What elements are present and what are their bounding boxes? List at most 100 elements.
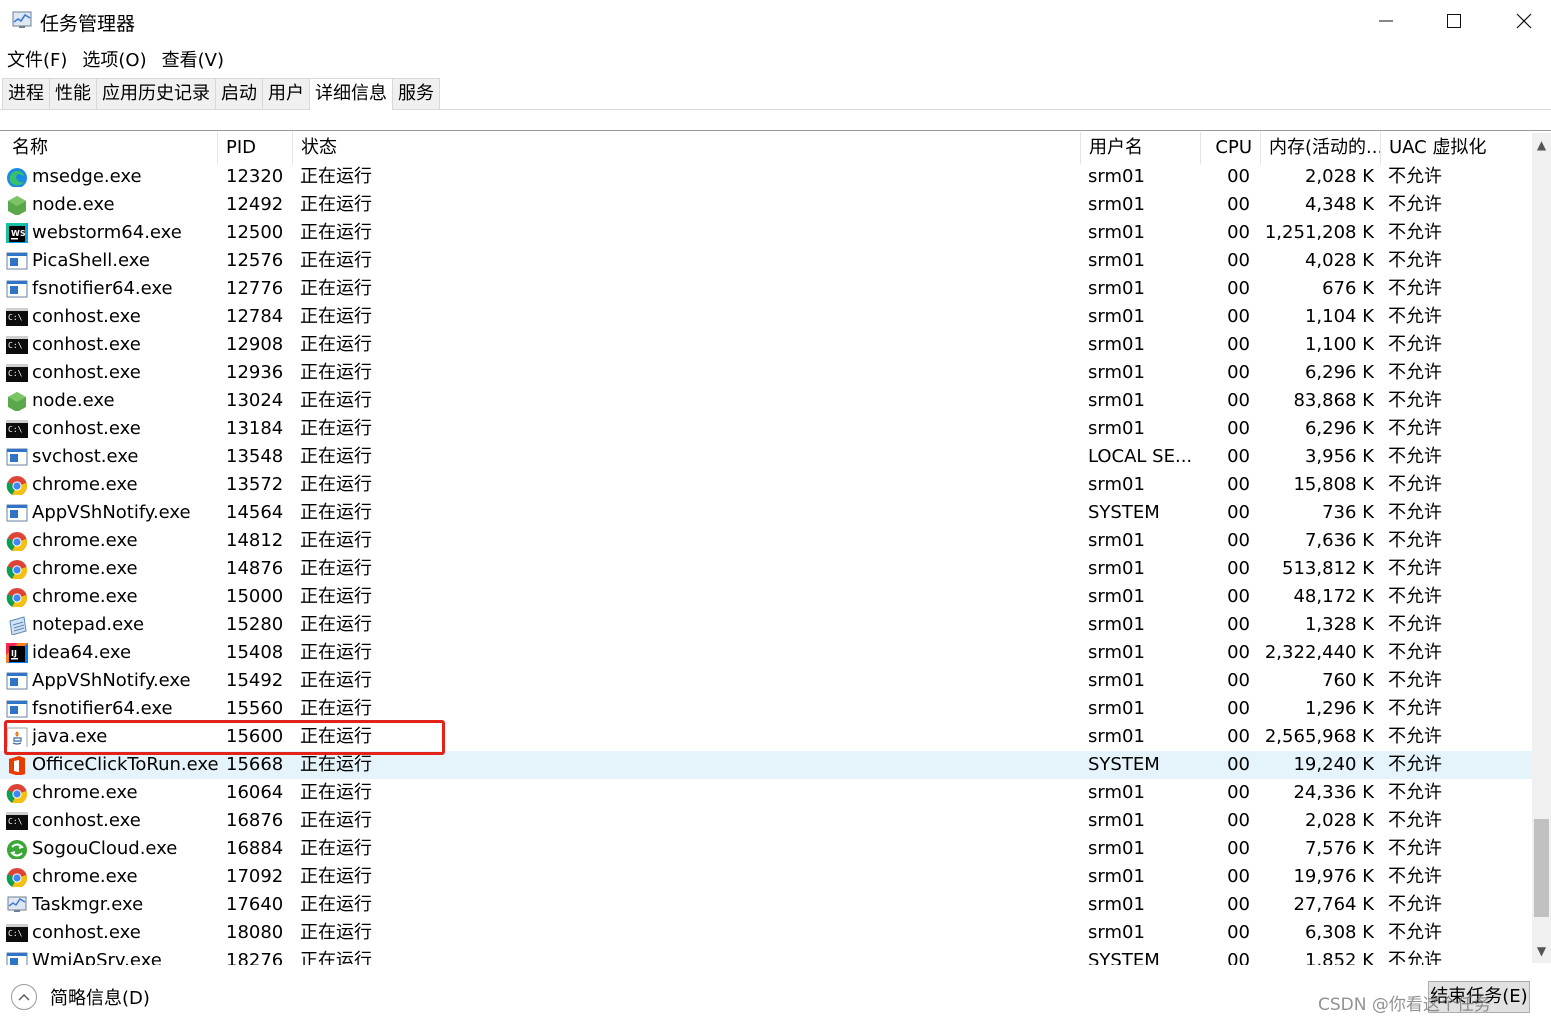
process-memory: 676 K bbox=[1322, 278, 1374, 299]
process-name: Taskmgr.exe bbox=[32, 894, 144, 915]
process-user: srm01 bbox=[1088, 558, 1145, 579]
process-memory: 24,336 K bbox=[1293, 782, 1374, 803]
process-user: srm01 bbox=[1088, 698, 1145, 719]
process-memory: 2,322,440 K bbox=[1264, 642, 1374, 663]
process-cpu: 00 bbox=[1227, 250, 1250, 271]
vertical-scrollbar[interactable]: ▲ ▼ bbox=[1532, 133, 1551, 963]
column-header-uac[interactable]: UAC 虚拟化 bbox=[1381, 132, 1532, 164]
table-row[interactable]: fsnotifier64.exe 12776 正在运行 srm01 00 676 K 不允许 bbox=[0, 275, 1532, 303]
table-row[interactable]: PicaShell.exe 12576 正在运行 srm01 00 4,028 K 不允许 bbox=[0, 247, 1532, 275]
process-name: OfficeClickToRun.exe bbox=[32, 754, 218, 775]
close-button[interactable] bbox=[1489, 0, 1551, 42]
table-row[interactable]: chrome.exe 14812 正在运行 srm01 00 7,636 K 不允许 bbox=[0, 527, 1532, 555]
tab-app-history[interactable]: 应用历史记录 bbox=[96, 78, 216, 109]
process-user: srm01 bbox=[1088, 474, 1145, 495]
table-row[interactable]: java.exe 15600 正在运行 srm01 00 2,565,968 K 不允许 bbox=[0, 723, 1532, 751]
table-row[interactable]: AppVShNotify.exe 15492 正在运行 srm01 00 760 K 不允许 bbox=[0, 667, 1532, 695]
process-pid: 12492 bbox=[226, 194, 284, 215]
app-window-icon bbox=[6, 671, 28, 691]
menu-options[interactable]: 选项(O) bbox=[75, 44, 153, 72]
fewer-details-label: 简略信息(D) bbox=[50, 988, 150, 1009]
process-pid: 16876 bbox=[226, 810, 284, 831]
menu-bar: 文件(F) 选项(O) 查看(V) bbox=[0, 44, 232, 72]
close-icon bbox=[1516, 13, 1532, 29]
table-row[interactable]: IJ idea64.exe 15408 正在运行 srm01 00 2,322,440 K 不… bbox=[0, 639, 1532, 667]
table-row[interactable]: msedge.exe 12320 正在运行 srm01 00 2,028 K 不允许 bbox=[0, 163, 1532, 191]
process-pid: 13548 bbox=[226, 446, 284, 467]
table-row[interactable]: C:\ conhost.exe 16876 正在运行 srm01 00 2,028 K 不允许 bbox=[0, 807, 1532, 835]
process-user: srm01 bbox=[1088, 250, 1145, 271]
process-memory: 1,328 K bbox=[1304, 614, 1374, 635]
table-row[interactable]: chrome.exe 15000 正在运行 srm01 00 48,172 K 不允许 bbox=[0, 583, 1532, 611]
process-name: node.exe bbox=[32, 194, 115, 215]
table-row[interactable]: chrome.exe 16064 正在运行 srm01 00 24,336 K 不允许 bbox=[0, 779, 1532, 807]
tab-details[interactable]: 详细信息 bbox=[309, 78, 393, 110]
menu-view[interactable]: 查看(V) bbox=[155, 44, 231, 72]
column-header-name[interactable]: 名称 bbox=[0, 132, 218, 164]
column-header-cpu[interactable]: CPU bbox=[1201, 132, 1261, 164]
process-memory: 7,636 K bbox=[1304, 530, 1374, 551]
process-status: 正在运行 bbox=[300, 670, 372, 691]
node-icon bbox=[6, 195, 28, 215]
table-row[interactable]: notepad.exe 15280 正在运行 srm01 00 1,328 K 不允许 bbox=[0, 611, 1532, 639]
table-row[interactable]: fsnotifier64.exe 15560 正在运行 srm01 00 1,296 K 不… bbox=[0, 695, 1532, 723]
console-icon: C:\ bbox=[6, 811, 28, 831]
table-row[interactable]: SogouCloud.exe 16884 正在运行 srm01 00 7,576 K 不允许 bbox=[0, 835, 1532, 863]
column-header-status[interactable]: 状态 bbox=[293, 132, 1081, 164]
process-user: srm01 bbox=[1088, 306, 1145, 327]
table-row[interactable]: WS webstorm64.exe 12500 正在运行 srm01 00 1,251,20… bbox=[0, 219, 1532, 247]
process-name: fsnotifier64.exe bbox=[32, 698, 173, 719]
table-row[interactable]: node.exe 12492 正在运行 srm01 00 4,348 K 不允许 bbox=[0, 191, 1532, 219]
table-row[interactable]: C:\ conhost.exe 12784 正在运行 srm01 00 1,104 K 不允许 bbox=[0, 303, 1532, 331]
process-uac: 不允许 bbox=[1388, 614, 1442, 635]
scrollbar-thumb[interactable] bbox=[1534, 819, 1549, 917]
window-title: 任务管理器 bbox=[40, 13, 136, 35]
process-user: srm01 bbox=[1088, 642, 1145, 663]
process-cpu: 00 bbox=[1227, 950, 1250, 965]
table-row[interactable]: C:\ conhost.exe 12908 正在运行 srm01 00 1,100 K 不允许 bbox=[0, 331, 1532, 359]
tab-performance[interactable]: 性能 bbox=[49, 78, 97, 109]
tab-startup[interactable]: 启动 bbox=[215, 78, 263, 109]
process-pid: 15000 bbox=[226, 586, 284, 607]
column-header-memory[interactable]: 内存(活动的... bbox=[1261, 132, 1381, 164]
table-row[interactable]: C:\ conhost.exe 13184 正在运行 srm01 00 6,296 K 不允许 bbox=[0, 415, 1532, 443]
process-user: SYSTEM bbox=[1088, 502, 1160, 523]
table-row[interactable]: svchost.exe 13548 正在运行 LOCAL SE... 00 3,956 K… bbox=[0, 443, 1532, 471]
tab-users[interactable]: 用户 bbox=[262, 78, 310, 109]
column-header-name-label: 名称 bbox=[12, 137, 48, 158]
maximize-button[interactable] bbox=[1419, 0, 1489, 42]
process-memory: 1,296 K bbox=[1304, 698, 1374, 719]
scroll-up-icon[interactable]: ▲ bbox=[1532, 133, 1551, 157]
table-row[interactable]: chrome.exe 14876 正在运行 srm01 00 513,812 K 不允许 bbox=[0, 555, 1532, 583]
process-name: svchost.exe bbox=[32, 446, 139, 467]
fewer-details-button[interactable]: 简略信息(D) bbox=[11, 984, 150, 1010]
process-cpu: 00 bbox=[1227, 558, 1250, 579]
table-row[interactable]: C:\ conhost.exe 18080 正在运行 srm01 00 6,308 K 不允许 bbox=[0, 919, 1532, 947]
table-row[interactable]: AppVShNotify.exe 14564 正在运行 SYSTEM 00 736 K 不允… bbox=[0, 499, 1532, 527]
minimize-button[interactable] bbox=[1351, 0, 1421, 42]
table-row[interactable]: node.exe 13024 正在运行 srm01 00 83,868 K 不允许 bbox=[0, 387, 1532, 415]
node-icon bbox=[6, 391, 28, 411]
sort-ascending-icon: ^ bbox=[252, 130, 264, 141]
menu-file[interactable]: 文件(F) bbox=[0, 44, 74, 72]
tab-processes[interactable]: 进程 bbox=[2, 78, 50, 109]
process-memory: 2,028 K bbox=[1304, 166, 1374, 187]
column-header-user[interactable]: 用户名 bbox=[1081, 132, 1201, 164]
process-user: srm01 bbox=[1088, 782, 1145, 803]
process-user: srm01 bbox=[1088, 334, 1145, 355]
table-row[interactable]: OfficeClickToRun.exe 15668 正在运行 SYSTEM 00 19,… bbox=[0, 751, 1532, 779]
table-row[interactable]: WmiApSrv.exe 18276 正在运行 SYSTEM 00 1,852 K 不允许 bbox=[0, 947, 1532, 965]
process-pid: 16884 bbox=[226, 838, 284, 859]
process-status: 正在运行 bbox=[300, 390, 372, 411]
table-row[interactable]: C:\ conhost.exe 12936 正在运行 srm01 00 6,296 K 不允许 bbox=[0, 359, 1532, 387]
table-row[interactable]: Taskmgr.exe 17640 正在运行 srm01 00 27,764 K 不允许 bbox=[0, 891, 1532, 919]
process-status: 正在运行 bbox=[300, 838, 372, 859]
scroll-down-icon[interactable]: ▼ bbox=[1532, 939, 1551, 963]
process-pid: 15408 bbox=[226, 642, 284, 663]
process-memory: 19,240 K bbox=[1293, 754, 1374, 775]
tab-services[interactable]: 服务 bbox=[392, 78, 440, 109]
table-row[interactable]: chrome.exe 17092 正在运行 srm01 00 19,976 K 不允许 bbox=[0, 863, 1532, 891]
table-row[interactable]: chrome.exe 13572 正在运行 srm01 00 15,808 K 不允许 bbox=[0, 471, 1532, 499]
process-status: 正在运行 bbox=[300, 866, 372, 887]
process-uac: 不允许 bbox=[1388, 250, 1442, 271]
